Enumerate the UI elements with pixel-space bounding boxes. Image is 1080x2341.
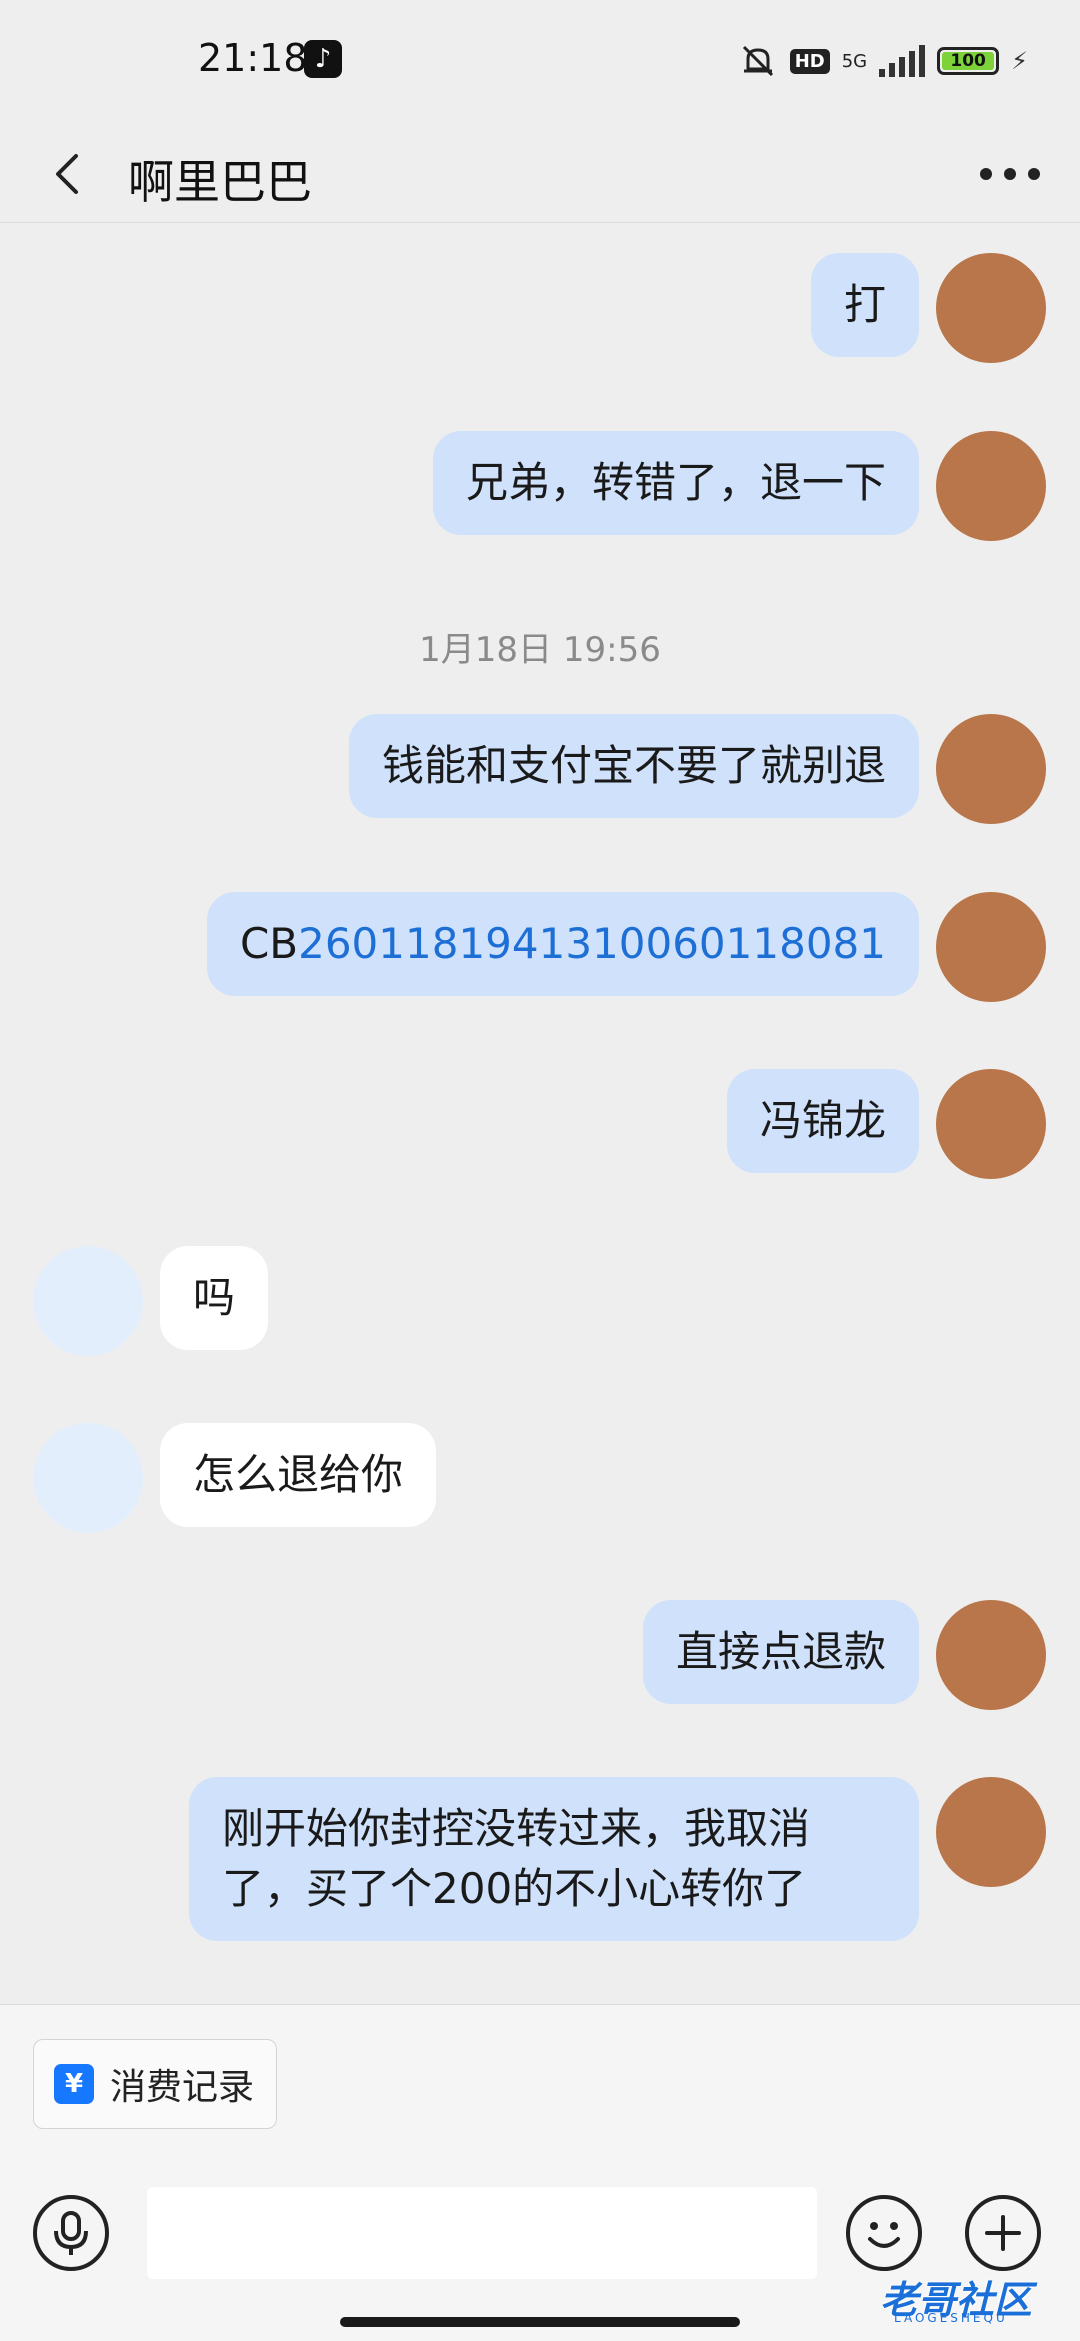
signal-icon xyxy=(879,45,926,77)
message-input[interactable] xyxy=(147,2187,817,2279)
avatar[interactable] xyxy=(936,714,1046,824)
message-bubble[interactable]: 兄弟，转错了，退一下 xyxy=(432,431,919,535)
message-bubble-order[interactable]: CB2601181941310060118081 xyxy=(206,892,919,996)
more-dots-icon[interactable] xyxy=(980,154,1040,194)
composer-area: ¥ 消费记录 老哥社区 LAOGESHEQU xyxy=(0,2004,1080,2341)
plus-icon[interactable] xyxy=(965,2195,1041,2271)
network-label: 5G xyxy=(841,50,868,72)
status-time: 21:18 xyxy=(198,36,308,80)
chevron-left-icon[interactable] xyxy=(48,152,88,196)
order-prefix: CB xyxy=(239,919,299,968)
charging-icon: ⚡ xyxy=(1011,47,1028,75)
status-bar: 21:18 ♪ HD 5G 100 ⚡ xyxy=(0,0,1080,124)
shop-avatar[interactable] xyxy=(33,1423,143,1533)
message-bubble[interactable]: 直接点退款 xyxy=(642,1600,919,1704)
consumption-records-button[interactable]: ¥ 消费记录 xyxy=(33,2039,277,2129)
records-label: 消费记录 xyxy=(110,2067,255,2108)
status-icons: HD 5G 100 ⚡ xyxy=(738,40,1028,82)
avatar[interactable] xyxy=(936,1777,1046,1887)
battery-icon: 100 xyxy=(937,47,1000,75)
message-bubble[interactable]: 刚开始你封控没转过来，我取消了，买了个200的不小心转你了 xyxy=(189,1777,919,1941)
message-timestamp: 1月18日 19:56 xyxy=(419,630,661,670)
records-icon: ¥ xyxy=(54,2064,94,2104)
smiley-icon[interactable] xyxy=(846,2195,922,2271)
avatar[interactable] xyxy=(936,1600,1046,1710)
shop-avatar[interactable] xyxy=(33,1246,143,1356)
watermark-logo: 老哥社区 LAOGESHEQU xyxy=(840,2263,1070,2333)
message-bubble[interactable]: 打 xyxy=(810,253,919,357)
message-bubble[interactable]: 冯锦龙 xyxy=(726,1069,919,1173)
tiktok-icon: ♪ xyxy=(304,40,342,78)
message-bubble[interactable]: 怎么退给你 xyxy=(160,1423,437,1527)
avatar[interactable] xyxy=(936,253,1046,363)
message-bubble[interactable]: 钱能和支付宝不要了就别退 xyxy=(348,714,919,818)
order-number-link[interactable]: 2601181941310060118081 xyxy=(298,919,886,968)
avatar[interactable] xyxy=(936,1069,1046,1179)
home-indicator[interactable] xyxy=(340,2317,740,2327)
message-list[interactable]: 打 兄弟，转错了，退一下 1月18日 19:56 钱能和支付宝不要了就别退 CB… xyxy=(0,222,1080,2004)
chat-title: 啊里巴巴 xyxy=(128,155,312,209)
hd-badge: HD xyxy=(789,48,830,74)
chat-header: 啊里巴巴 xyxy=(0,124,1080,223)
avatar[interactable] xyxy=(936,431,1046,541)
avatar[interactable] xyxy=(936,892,1046,1002)
battery-level: 100 xyxy=(950,51,986,71)
microphone-icon[interactable] xyxy=(33,2195,109,2271)
mute-bell-icon xyxy=(742,45,773,77)
watermark-subtext: LAOGESHEQU xyxy=(894,2311,1008,2325)
message-bubble[interactable]: 吗 xyxy=(160,1246,269,1350)
